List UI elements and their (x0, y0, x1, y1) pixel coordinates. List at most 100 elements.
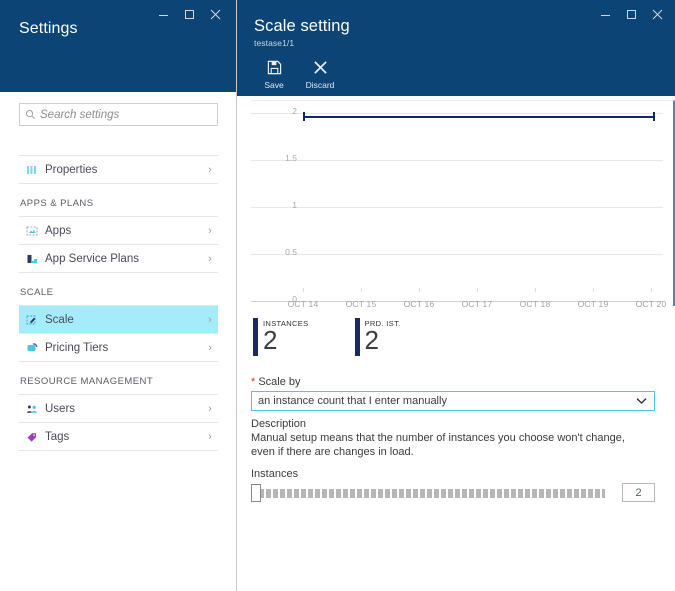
minimize-icon[interactable] (150, 0, 176, 28)
y-axis-tick: 2 (292, 106, 297, 116)
scale-setting-window: Scale setting testase1/1 Save Discard 2 … (236, 0, 675, 591)
x-axis-tick-mark (303, 288, 304, 292)
search-settings-box[interactable] (19, 103, 218, 126)
chevron-right-icon: › (208, 341, 212, 354)
discard-button[interactable]: Discard (297, 56, 343, 90)
metric-tiles: INSTANCES 2 PRD. IST. 2 (253, 318, 401, 356)
tile-value: 2 (364, 325, 379, 355)
x-axis-label: OCT 17 (461, 299, 493, 309)
instances-slider[interactable] (251, 483, 613, 502)
minimize-icon[interactable] (592, 0, 618, 28)
discard-icon (313, 56, 328, 78)
blade-title-bar: Scale setting testase1/1 Save Discard (237, 0, 675, 96)
scale-by-label: * Scale by (251, 376, 663, 388)
sidebar-item-tags[interactable]: Tags › (19, 423, 218, 450)
gridline-2 (251, 113, 663, 114)
instances-label: Instances (251, 468, 299, 480)
chevron-right-icon: › (208, 224, 212, 237)
nav-group-apps-and-plans: APPS & PLANS (20, 198, 94, 209)
close-icon[interactable] (644, 0, 670, 28)
gridline-0-5 (251, 254, 663, 255)
instance-count-chart: 2 1.5 1 0.5 0 OCT 14 OCT 15 OCT 16 OCT 1… (251, 100, 675, 309)
apps-icon (19, 225, 45, 237)
app-service-plans-icon (19, 253, 45, 265)
y-axis-tick: 0.5 (285, 247, 297, 257)
sidebar-item-apps[interactable]: Apps › (19, 217, 218, 244)
x-axis-tick-mark (477, 288, 478, 292)
sidebar-item-app-service-plans[interactable]: App Service Plans › (19, 245, 218, 272)
search-input[interactable] (40, 104, 217, 125)
chevron-right-icon: › (208, 402, 212, 415)
save-button[interactable]: Save (251, 56, 297, 90)
settings-nav: Properties › APPS & PLANS Apps › App Ser… (19, 155, 218, 451)
x-axis-tick-mark (361, 288, 362, 292)
chart-series-end-cap (653, 112, 655, 121)
sidebar-item-properties[interactable]: Properties › (19, 156, 218, 183)
tile-accent-bar (354, 318, 360, 356)
settings-window-title: Settings (19, 20, 78, 37)
chevron-right-icon: › (208, 163, 212, 176)
scale-icon (19, 314, 45, 326)
settings-window: Settings Search settings Properties › AP… (0, 0, 236, 591)
sidebar-item-label: Users (45, 402, 76, 415)
blade-window-controls (592, 0, 670, 28)
sidebar-item-scale[interactable]: Scale › (19, 306, 218, 333)
x-axis-label: OCT 19 (577, 299, 609, 309)
sidebar-item-label: Apps (45, 224, 72, 237)
chevron-right-icon: › (208, 430, 212, 443)
discard-label: Discard (305, 80, 335, 90)
page-subtitle: testase1/1 (254, 38, 295, 48)
properties-icon (19, 164, 45, 176)
required-marker: * (251, 376, 256, 388)
x-axis-tick-mark (651, 288, 652, 292)
settings-window-controls (150, 0, 228, 28)
y-axis-tick: 1 (292, 200, 297, 210)
sidebar-item-label: Tags (45, 430, 70, 443)
chart-series-start-cap (303, 112, 305, 121)
page-title: Scale setting (254, 17, 350, 35)
sidebar-item-label: Properties (45, 163, 98, 176)
sidebar-item-label: App Service Plans (45, 252, 139, 265)
x-axis-tick-mark (419, 288, 420, 292)
chevron-right-icon: › (208, 252, 212, 265)
scale-by-label-text: Scale by (258, 376, 301, 388)
slider-track[interactable] (259, 488, 605, 498)
search-icon (20, 109, 40, 120)
gridline-1 (251, 207, 663, 208)
save-icon (267, 56, 282, 78)
tile-accent-bar (253, 318, 258, 356)
settings-title-bar: Settings (0, 0, 236, 92)
close-icon[interactable] (202, 0, 228, 28)
scale-form: * Scale by an instance count that I ente… (251, 376, 663, 502)
chevron-down-icon[interactable] (636, 397, 654, 405)
chevron-right-icon: › (208, 313, 212, 326)
sidebar-item-users[interactable]: Users › (19, 395, 218, 422)
maximize-icon[interactable] (618, 0, 644, 28)
y-axis-tick: 1.5 (285, 153, 297, 163)
x-axis-tick-mark (535, 288, 536, 292)
maximize-icon[interactable] (176, 0, 202, 28)
chart-series-line (303, 116, 655, 118)
description-text: Manual setup means that the number of in… (251, 432, 625, 458)
tags-icon (19, 431, 45, 443)
slider-thumb[interactable] (251, 483, 261, 502)
command-bar: Save Discard (251, 56, 343, 90)
x-axis-label: OCT 15 (345, 299, 377, 309)
pricing-tiers-icon (19, 342, 45, 354)
x-axis-label: OCT 14 (287, 299, 319, 309)
scale-by-select[interactable]: an instance count that I enter manually (251, 391, 655, 411)
sidebar-item-label: Pricing Tiers (45, 341, 109, 354)
nav-divider (19, 450, 218, 451)
sidebar-item-label: Scale (45, 313, 74, 326)
scale-by-selected-value: an instance count that I enter manually (258, 395, 447, 407)
instances-control-row: 2 (251, 483, 655, 502)
gridline-1-5 (251, 160, 663, 161)
instances-value-input[interactable]: 2 (622, 483, 655, 502)
save-label: Save (264, 80, 284, 90)
x-axis-label: OCT 16 (403, 299, 435, 309)
metric-tile-prd-ist: PRD. IST. 2 (354, 318, 401, 356)
screen-root: Settings Search settings Properties › AP… (0, 0, 675, 591)
metric-tile-instances: INSTANCES 2 (253, 318, 309, 356)
tile-value: 2 (263, 325, 278, 355)
sidebar-item-pricing-tiers[interactable]: Pricing Tiers › (19, 334, 218, 361)
